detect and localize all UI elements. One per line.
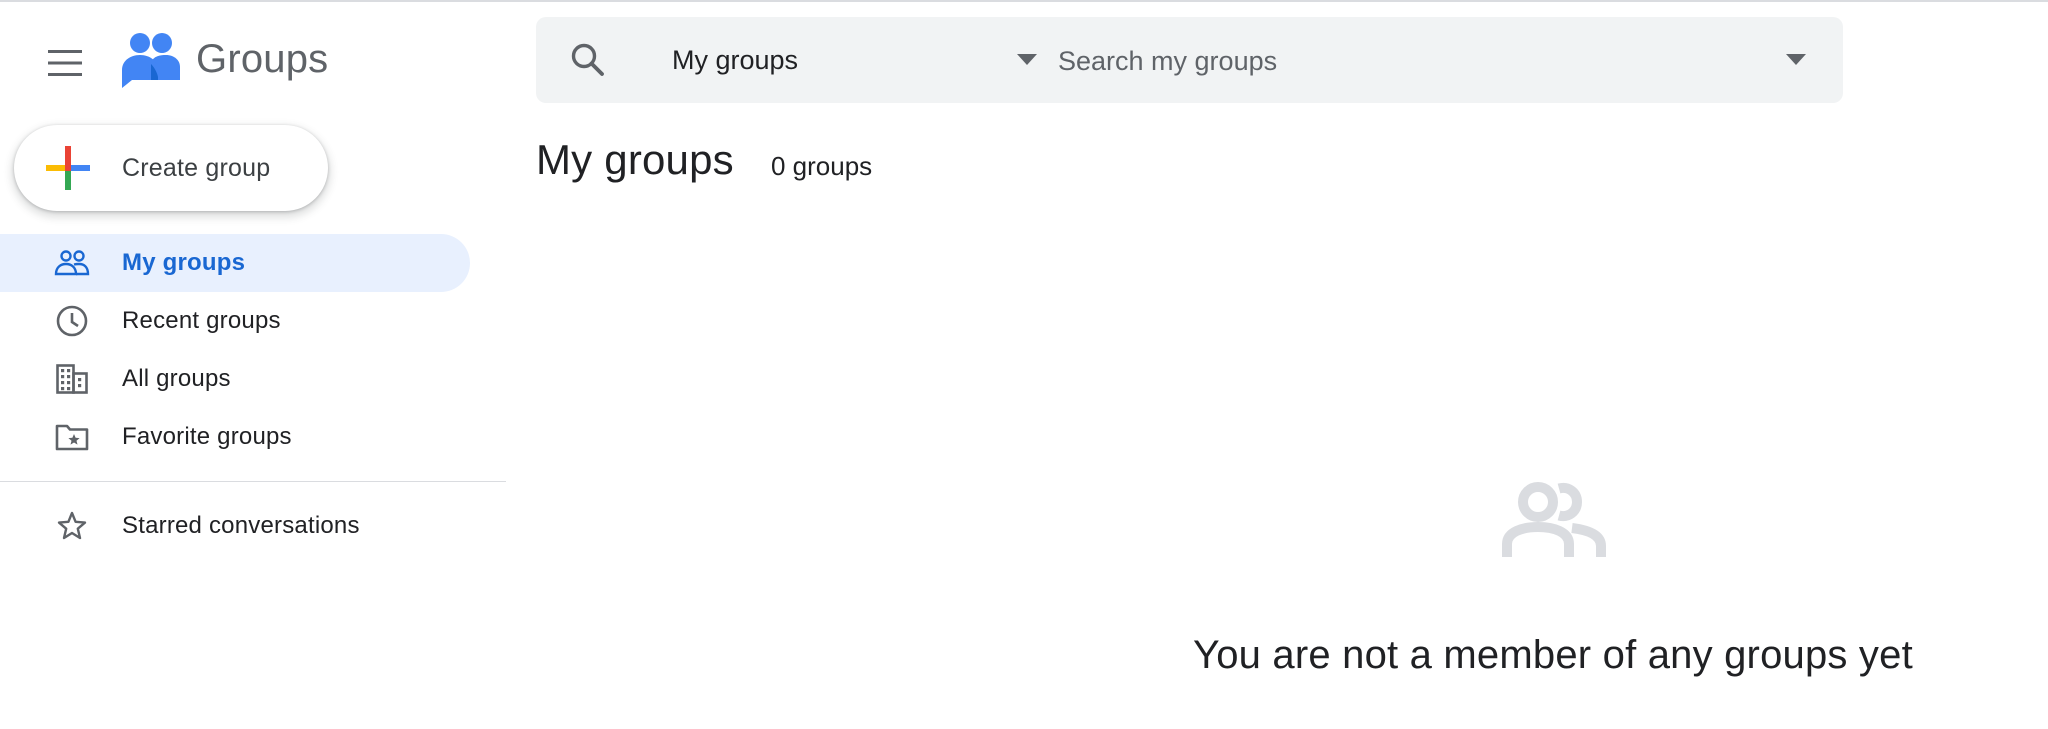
groups-app: Groups Create group My groups Recent gro… bbox=[0, 0, 2048, 729]
star-outline-icon bbox=[54, 508, 90, 544]
sidebar-item-my-groups[interactable]: My groups bbox=[0, 234, 470, 292]
groups-logo[interactable]: Groups bbox=[120, 30, 328, 88]
create-group-button[interactable]: Create group bbox=[14, 125, 328, 211]
main-menu-button[interactable] bbox=[42, 40, 88, 86]
people-outline-icon bbox=[54, 245, 90, 281]
hamburger-menu-icon bbox=[48, 50, 82, 76]
app-name: Groups bbox=[196, 36, 329, 81]
sidebar-item-label: My groups bbox=[122, 249, 246, 276]
top-border bbox=[0, 0, 2048, 2]
empty-state-message: You are not a member of any groups yet bbox=[1193, 633, 1913, 677]
sidebar-item-label: Favorite groups bbox=[122, 423, 292, 450]
page-title: My groups bbox=[536, 136, 734, 183]
sidebar-item-favorite-groups[interactable]: Favorite groups bbox=[0, 408, 470, 466]
clock-icon bbox=[54, 303, 90, 339]
empty-people-icon bbox=[1502, 482, 1606, 557]
search-button[interactable] bbox=[568, 40, 608, 80]
sidebar-item-label: Starred conversations bbox=[122, 512, 360, 539]
multicolor-plus-icon bbox=[46, 146, 90, 190]
search-input[interactable] bbox=[1056, 35, 1760, 87]
sidebar-divider bbox=[0, 481, 506, 482]
search-icon bbox=[571, 43, 604, 76]
sidebar-item-all-groups[interactable]: All groups bbox=[0, 350, 470, 408]
sidebar-item-label: All groups bbox=[122, 365, 231, 392]
folder-star-icon bbox=[54, 419, 90, 455]
search-bar: My groups bbox=[536, 17, 1843, 103]
groups-logo-icon bbox=[122, 33, 180, 88]
search-scope-select[interactable]: My groups bbox=[672, 17, 1050, 103]
search-options-button[interactable] bbox=[1781, 45, 1811, 75]
group-count: 0 groups bbox=[771, 151, 873, 181]
search-scope-value: My groups bbox=[672, 44, 799, 75]
create-group-label: Create group bbox=[122, 153, 271, 182]
chevron-down-icon bbox=[1017, 54, 1037, 65]
sidebar-item-label: Recent groups bbox=[122, 307, 281, 334]
sidebar-item-recent-groups[interactable]: Recent groups bbox=[0, 292, 470, 350]
building-icon bbox=[54, 361, 90, 397]
sidebar-item-starred-conversations[interactable]: Starred conversations bbox=[0, 497, 470, 555]
chevron-down-icon bbox=[1786, 54, 1806, 65]
